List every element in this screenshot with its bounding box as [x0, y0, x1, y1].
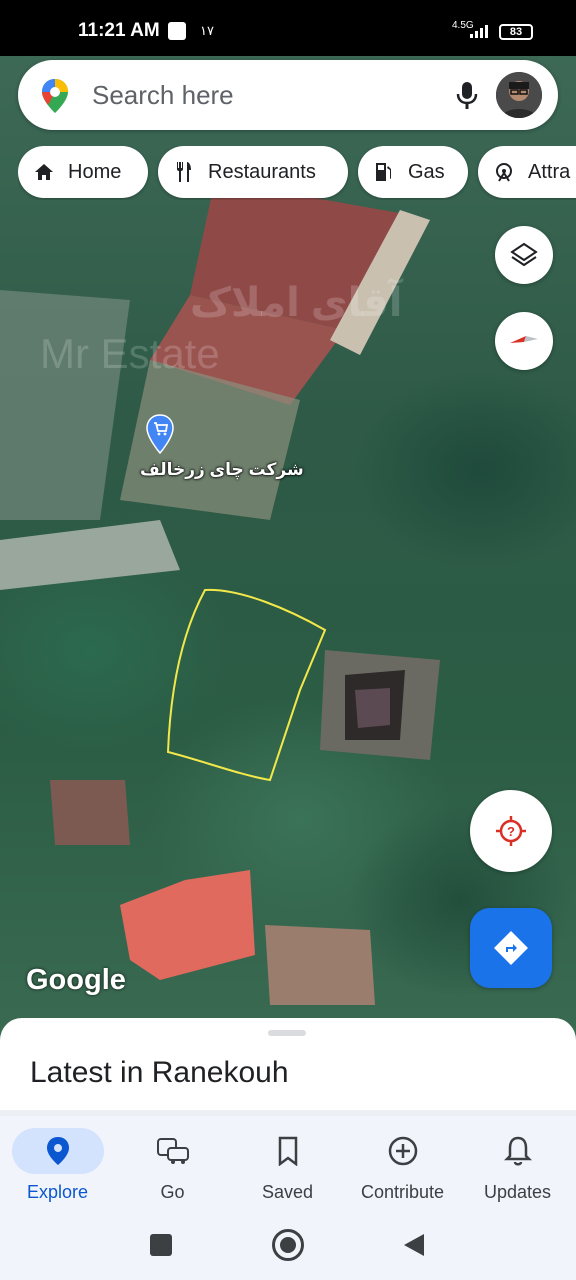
status-time: 11:21 AM	[78, 20, 160, 41]
nav-go[interactable]: Go	[115, 1116, 230, 1216]
chip-gas[interactable]: Gas	[358, 146, 468, 198]
layers-icon	[510, 242, 538, 267]
layers-button[interactable]	[495, 226, 553, 284]
home-icon	[35, 164, 53, 180]
compass-button[interactable]	[495, 312, 553, 370]
nav-explore[interactable]: Explore	[0, 1116, 115, 1216]
nav-contribute-label: Contribute	[360, 1182, 445, 1202]
add-circle-icon	[388, 1136, 417, 1166]
sheet-drag-handle[interactable]	[268, 1030, 306, 1036]
status-notification-count: ۱۷	[200, 23, 214, 38]
my-location-icon: ?	[496, 816, 526, 846]
mic-icon[interactable]	[450, 78, 484, 112]
system-navigation-bar	[0, 1210, 576, 1280]
my-location-button[interactable]: ?	[470, 790, 552, 872]
watermark-fa: آقای املاک	[190, 281, 403, 325]
chip-attractions[interactable]: Attra	[478, 146, 576, 198]
chip-home-label: Home	[68, 160, 122, 183]
compass-icon	[510, 336, 538, 343]
nav-updates[interactable]: Updates	[460, 1116, 575, 1216]
google-attribution: Google	[26, 964, 126, 996]
recents-button[interactable]	[150, 1234, 172, 1256]
search-bar[interactable]: Search here	[18, 60, 558, 130]
nav-go-label: Go	[160, 1182, 185, 1202]
place-label[interactable]: شرکت چای زرخالف	[140, 460, 304, 480]
category-chips: Home Restaurants Gas Attra	[18, 146, 576, 200]
chip-attractions-label: Attra	[528, 160, 571, 183]
battery-icon: 83	[499, 24, 533, 40]
svg-text:?: ?	[507, 824, 515, 839]
chip-gas-label: Gas	[408, 160, 445, 183]
home-button[interactable]	[272, 1229, 304, 1261]
bottom-navigation: Explore Go Saved Contribute Updates	[0, 1110, 576, 1210]
commute-icon	[156, 1138, 189, 1164]
chip-home[interactable]: Home	[18, 146, 148, 198]
bookmark-icon	[278, 1136, 297, 1166]
google-maps-pin-icon	[42, 79, 68, 113]
chip-restaurants[interactable]: Restaurants	[158, 146, 348, 198]
search-input[interactable]: Search here	[92, 80, 234, 111]
sheet-title: Latest in Ranekouh	[30, 1056, 289, 1089]
avatar[interactable]	[496, 72, 542, 118]
nav-saved-label: Saved	[261, 1182, 314, 1202]
attractions-icon	[496, 163, 512, 182]
shopping-cart-pin-icon[interactable]	[146, 414, 174, 454]
explore-pin-icon	[46, 1137, 69, 1165]
nav-contribute[interactable]: Contribute	[345, 1116, 460, 1216]
nav-saved[interactable]: Saved	[230, 1116, 345, 1216]
chip-restaurants-label: Restaurants	[208, 160, 316, 183]
back-button[interactable]	[402, 1232, 426, 1258]
restaurant-icon	[177, 162, 191, 182]
gas-station-icon	[376, 163, 391, 181]
watermark-en: Mr Estate	[40, 330, 220, 377]
nav-updates-label: Updates	[483, 1182, 552, 1202]
status-app-icon	[168, 22, 186, 40]
directions-button[interactable]	[470, 908, 552, 988]
directions-icon	[494, 931, 528, 965]
bell-icon	[503, 1136, 532, 1166]
status-bar: 11:21 AM ۱۷ 4.5G 83	[0, 0, 576, 56]
signal-icon	[470, 25, 488, 38]
nav-explore-label: Explore	[26, 1182, 89, 1202]
